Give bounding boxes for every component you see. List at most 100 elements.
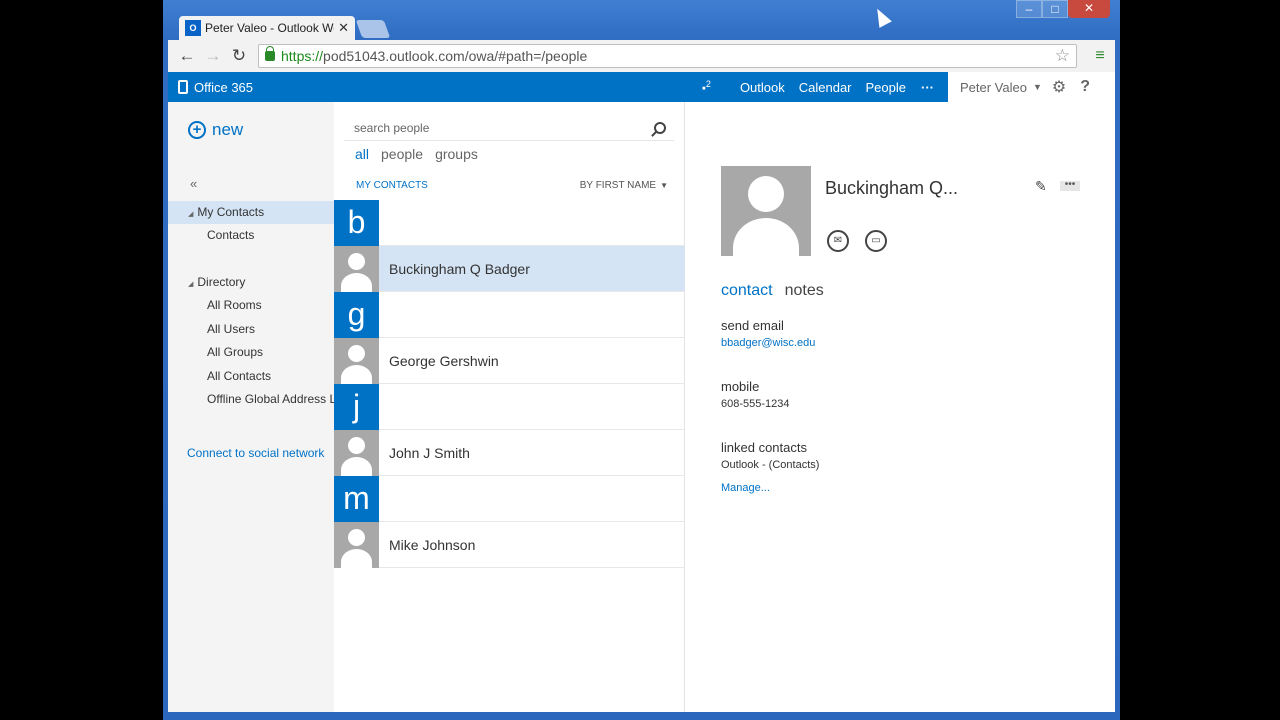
minimize-button[interactable]: – [1016,0,1042,18]
manage-link[interactable]: Manage... [721,482,770,494]
browser-menu-icon[interactable]: ≡ [1091,47,1109,65]
calendar-action-icon[interactable]: ▭ [865,230,887,252]
search-input[interactable]: search people [344,115,674,141]
mobile-label: mobile [721,379,760,394]
tab-close-icon[interactable]: ✕ [338,20,349,36]
list-title: MY CONTACTS [356,180,428,191]
maximize-button[interactable]: □ [1042,0,1068,18]
expand-triangle-icon[interactable]: ◢ [188,281,193,288]
url-path: pod51043.outlook.com/owa/#path=/people [323,48,588,64]
email-action-icon[interactable]: ✉ [827,230,849,252]
left-navigation: + new « ◢ My Contacts Contacts ◢ Directory… [168,102,334,712]
search-icon[interactable] [654,121,666,134]
close-window-button[interactable]: ✕ [1068,0,1110,18]
filter-groups[interactable]: groups [435,146,478,162]
letter-header-g: g [334,291,685,338]
notification-count: 2 [705,79,711,90]
people-app: + new « ◢ My Contacts Contacts ◢ Directory… [168,102,1115,712]
detail-tabs: contact notes [721,282,824,300]
help-icon[interactable]: ? [1080,78,1090,96]
person-avatar-icon [334,521,379,568]
reload-icon[interactable]: ↻ [226,46,252,66]
more-apps-icon[interactable]: ··· [921,80,934,95]
navbar-right: ▪2 Outlook Calendar People ··· Peter Val… [702,72,1115,102]
notifications-icon[interactable]: ▪2 [702,79,711,95]
plus-icon: + [188,121,206,139]
forward-arrow-icon[interactable]: → [200,46,226,66]
contact-name: George Gershwin [389,352,499,369]
list-item[interactable]: Buckingham Q Badger [334,245,685,292]
directory-group: ◢ Directory All Rooms All Users All Group… [168,271,334,412]
outlook-favicon-icon: O [185,20,201,36]
chevron-down-icon: ▼ [660,181,668,190]
letter-header-m: m [334,475,685,522]
nav-outlook[interactable]: Outlook [740,80,785,95]
list-rows: b Buckingham Q Badger g George Gershwin … [334,199,685,568]
folder-offline-gal[interactable]: Offline Global Address List [168,388,334,412]
connect-social-link[interactable]: Connect to social network [187,446,324,460]
linked-contacts-value: Outlook - (Contacts) [721,459,820,471]
office365-logo[interactable]: Office 365 [178,80,253,95]
tab-contact[interactable]: contact [721,282,773,300]
filter-people[interactable]: people [381,146,423,162]
folder-my-contacts[interactable]: ◢ My Contacts [168,201,334,224]
folder-directory[interactable]: ◢ Directory [168,271,334,294]
letter-tile[interactable]: g [334,291,379,338]
contact-display-name: Buckingham Q... [825,178,959,198]
edit-pencil-icon[interactable]: ✎ [1035,178,1047,195]
person-avatar-icon [334,245,379,292]
new-tab-button[interactable] [355,20,391,38]
contact-photo-icon [721,166,811,256]
user-menu[interactable]: Peter Valeo ▼ ⚙ ? [948,72,1115,102]
person-avatar-icon [334,429,379,476]
letter-tile[interactable]: j [334,383,379,430]
search-placeholder: search people [354,120,430,135]
list-item[interactable]: George Gershwin [334,337,685,384]
folder-all-contacts[interactable]: All Contacts [168,365,334,389]
tab-title: Peter Valeo - Outlook Web [205,21,335,35]
folder-contacts[interactable]: Contacts [168,224,334,248]
letter-tile[interactable]: m [334,475,379,522]
url-scheme: https:// [281,48,324,64]
contact-list: search people all people groups MY CONTA… [334,102,685,712]
brand-label: Office 365 [194,79,254,95]
tab-notes[interactable]: notes [785,282,824,300]
browser-toolbar: ← → ↻ https:// pod51043.outlook.com/owa/… [168,40,1115,72]
office-logo-icon [178,80,188,94]
email-link[interactable]: bbadger@wisc.edu [721,337,815,349]
browser-window: – □ ✕ O Peter Valeo - Outlook Web ✕ ← → … [163,0,1120,720]
new-contact-button[interactable]: + new [188,120,243,140]
browser-tab[interactable]: O Peter Valeo - Outlook Web ✕ [179,16,355,40]
folder-all-rooms[interactable]: All Rooms [168,294,334,318]
new-label: new [212,120,244,139]
letter-header-j: j [334,383,685,430]
letter-header-b: b [334,199,685,246]
person-avatar-icon [334,337,379,384]
send-email-label: send email [721,318,784,333]
contact-name: Mike Johnson [389,536,476,553]
address-bar[interactable]: https:// pod51043.outlook.com/owa/#path=… [258,44,1077,68]
chevron-down-icon: ▼ [1032,82,1042,92]
back-arrow-icon[interactable]: ← [174,46,200,66]
nav-calendar[interactable]: Calendar [799,80,852,95]
letter-tile[interactable]: b [334,199,379,246]
list-item[interactable]: John J Smith [334,429,685,476]
list-header: MY CONTACTS BY FIRST NAME ▼ [356,180,668,191]
list-item[interactable]: Mike Johnson [334,521,685,568]
folder-all-users[interactable]: All Users [168,318,334,342]
filter-all[interactable]: all [355,146,369,162]
linked-contacts-label: linked contacts [721,440,807,455]
list-filters: all people groups [355,146,478,162]
gear-icon[interactable]: ⚙ [1052,77,1066,97]
expand-triangle-icon[interactable]: ◢ [188,211,193,218]
bookmark-star-icon[interactable]: ☆ [1055,46,1070,66]
sort-dropdown[interactable]: BY FIRST NAME ▼ [580,180,668,191]
lock-icon [265,46,275,61]
contact-detail: Buckingham Q... ✎ ••• ✉ ▭ contact notes … [685,102,1115,712]
nav-people[interactable]: People [866,80,906,95]
folder-label: Directory [197,275,246,289]
more-options-icon[interactable]: ••• [1060,180,1080,191]
window-controls: – □ ✕ [1016,0,1110,18]
folder-all-groups[interactable]: All Groups [168,341,334,365]
collapse-pane-icon[interactable]: « [190,176,197,191]
